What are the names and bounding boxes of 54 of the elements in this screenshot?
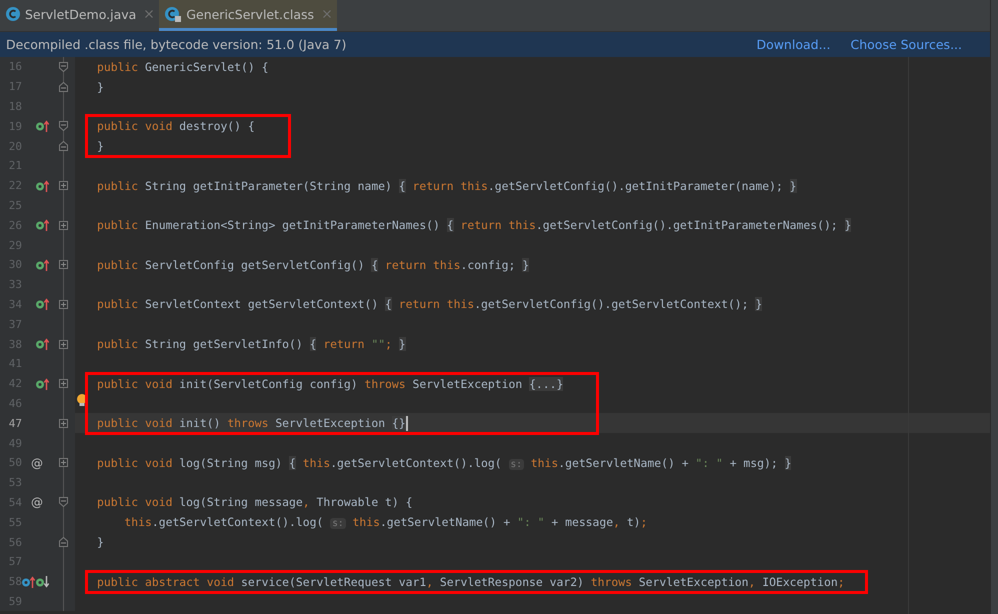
code-line: public void destroy() {: [97, 119, 255, 134]
annotation-icon[interactable]: @: [31, 456, 43, 470]
implements-method-icon[interactable]: [36, 298, 49, 310]
file-tab[interactable]: GenericServlet.class: [159, 0, 338, 31]
collapse-fold-icon[interactable]: [59, 497, 68, 508]
code-line: public void init(ServletConfig config) throws ServletException {...}: [97, 376, 564, 391]
locked-class-icon: [165, 6, 182, 22]
implements-method-icon[interactable]: [36, 378, 49, 390]
code-line: this.getServletContext().log( s: this.getServletName() + ": " + message, t);: [123, 515, 648, 530]
overrides-method-icon[interactable]: [22, 576, 35, 588]
code-line: public void log(String msg) { this.getServletContext().log( s: this.getServletName() + ": " + msg); }: [97, 456, 792, 470]
code-line: }: [97, 139, 104, 154]
expand-fold-icon[interactable]: [59, 181, 68, 190]
close-icon[interactable]: [145, 10, 154, 18]
fold-end-icon[interactable]: [59, 82, 68, 92]
expand-fold-icon[interactable]: [59, 458, 68, 468]
line-number: 47: [8, 416, 22, 430]
code-line: public GenericServlet() {: [97, 60, 268, 74]
implements-method-icon[interactable]: [36, 219, 49, 232]
banner-link[interactable]: Download...: [756, 37, 830, 52]
expand-fold-icon[interactable]: [59, 260, 68, 270]
code-line: public void log(String message, Throwable t) {: [97, 495, 412, 510]
expand-fold-icon[interactable]: [59, 418, 68, 428]
fold-end-icon[interactable]: [59, 537, 68, 548]
banner-message: Decompiled .class file, bytecode version: 51.0 (Java 7): [6, 37, 348, 52]
lightbulb-icon[interactable]: [77, 394, 87, 407]
expand-fold-icon[interactable]: [59, 379, 68, 388]
collapse-fold-icon[interactable]: [59, 62, 68, 72]
implements-method-icon[interactable]: [36, 338, 49, 350]
annotation-icon[interactable]: @: [31, 495, 43, 510]
expand-fold-icon[interactable]: [59, 300, 68, 309]
code-line: public Enumeration<String> getInitParameterNames() { return this.getServletConfig().getInitParameterNames(); }: [97, 218, 852, 232]
code-line: public abstract void service(ServletRequest var1, ServletResponse var2) throws ServletException, IOException;: [97, 574, 845, 589]
banner-link[interactable]: Choose Sources...: [850, 37, 962, 52]
code-line: }: [97, 80, 104, 94]
code-line: public String getServletInfo() { return ""; }: [97, 337, 406, 352]
expand-fold-icon[interactable]: [59, 340, 68, 349]
code-line: }: [97, 535, 104, 550]
code-line: public void init() throws ServletException {}: [97, 416, 408, 431]
file-tab[interactable]: ServletDemo.java: [0, 0, 160, 31]
implements-method-icon[interactable]: [36, 180, 49, 192]
collapse-fold-icon[interactable]: [59, 121, 68, 132]
tab-label: ServletDemo.java: [25, 6, 136, 22]
text-caret: [406, 416, 408, 431]
class-icon: [6, 7, 20, 21]
tab-label: GenericServlet.class: [186, 6, 314, 22]
implemented-method-icon[interactable]: [36, 576, 49, 588]
code-line: public ServletContext getServletContext() { return this.getServletConfig().getServletContext(); }: [97, 297, 762, 312]
code-line: public String getInitParameter(String name) { return this.getServletConfig().getInitParameter(name); }: [97, 178, 797, 193]
code-line: public ServletConfig getServletConfig() { return this.config; }: [97, 258, 530, 272]
fold-end-icon[interactable]: [59, 141, 68, 152]
implements-method-icon[interactable]: [36, 258, 49, 271]
expand-fold-icon[interactable]: [59, 220, 68, 230]
implements-method-icon[interactable]: [36, 120, 49, 132]
